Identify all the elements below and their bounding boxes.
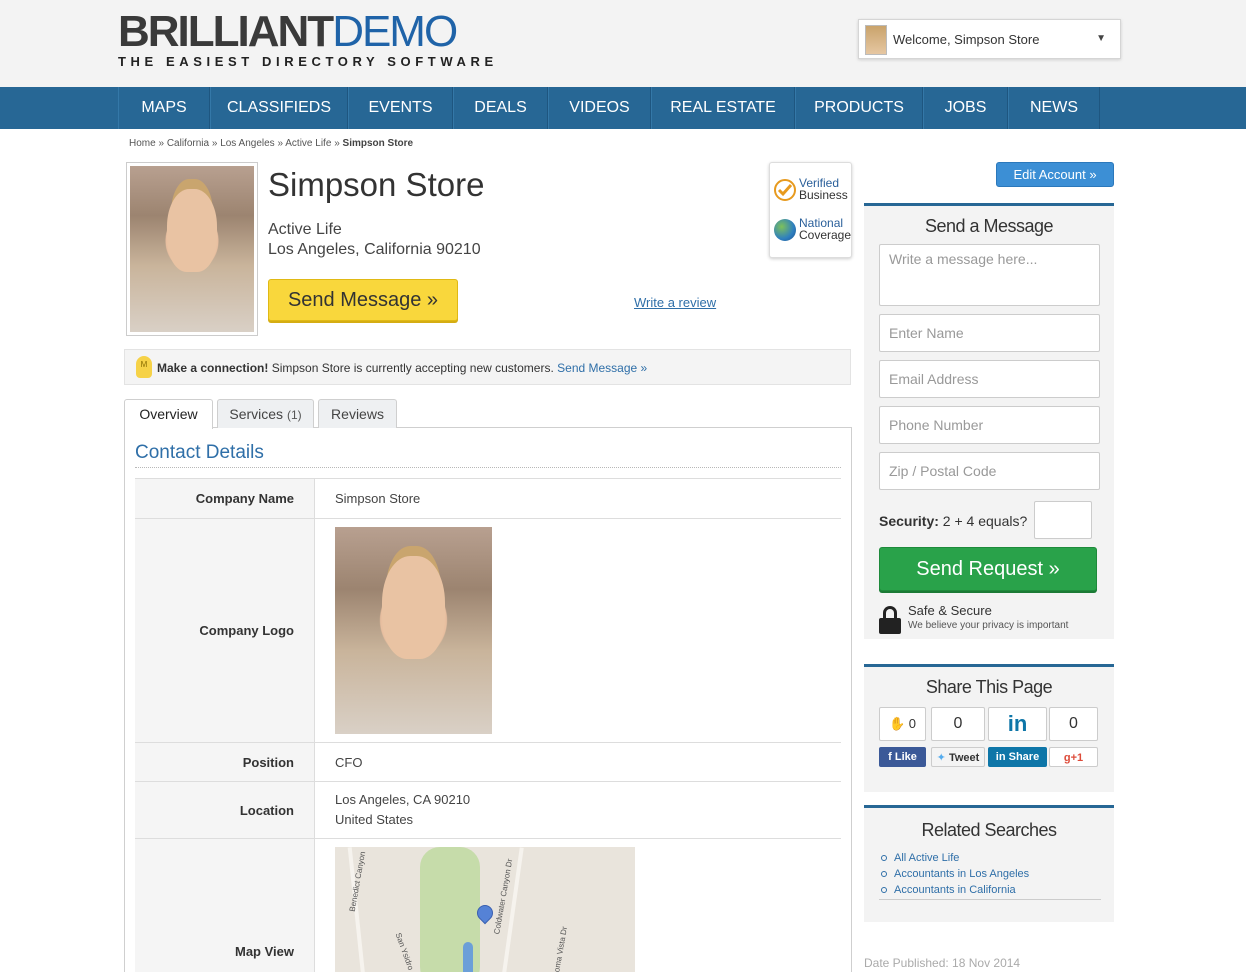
nav-item-events[interactable]: EVENTS — [348, 87, 453, 129]
chevron-down-icon[interactable]: ▼ — [1096, 33, 1106, 44]
lock-icon — [879, 606, 901, 634]
name-input[interactable]: Enter Name — [879, 314, 1100, 352]
company-logo-label: Company Logo — [135, 519, 315, 742]
email-input[interactable]: Email Address — [879, 360, 1100, 398]
business-name: Simpson Store — [268, 166, 485, 203]
map-view[interactable]: Benedict Canyon Coldwater Canyon Dr Loma… — [335, 847, 635, 972]
nav-item-classifieds[interactable]: CLASSIFIEDS — [210, 87, 348, 129]
breadcrumb-los-angeles[interactable]: Los Angeles — [220, 138, 275, 149]
message-textarea[interactable]: Write a message here... — [879, 244, 1100, 306]
breadcrumb-current: Simpson Store — [342, 138, 414, 149]
nav-item-news[interactable]: NEWS — [1008, 87, 1100, 129]
map-view-label: Map View — [135, 839, 315, 972]
date-published: Date Published: 18 Nov 2014 — [864, 956, 1021, 970]
related-searches-title: Related Searches — [921, 820, 1057, 840]
gplus-count-box: 0 — [1049, 707, 1098, 741]
tweet-button[interactable]: ✦ Tweet — [931, 747, 985, 767]
like-count-box: ✋ 0 — [879, 707, 926, 741]
checkmark-icon — [774, 179, 796, 201]
tab-reviews[interactable]: Reviews — [318, 399, 397, 428]
contact-details-title: Contact Details — [135, 442, 264, 463]
connection-send-link[interactable]: Send Message » — [557, 361, 647, 375]
send-message-panel: Send a Message Write a message here... E… — [864, 203, 1114, 639]
nav-item-maps[interactable]: MAPS — [118, 87, 210, 129]
nav-item-deals[interactable]: DEALS — [453, 87, 548, 129]
related-link-accountants-la[interactable]: Accountants in Los Angeles — [880, 866, 1029, 882]
profile-photo — [126, 162, 258, 336]
site-header: BRILLIANTDEMO THE EASIEST DIRECTORY SOFT… — [0, 0, 1246, 87]
national-coverage-badge: National Coverage — [774, 215, 852, 245]
table-row: Company Name Simpson Store — [135, 478, 841, 518]
company-name-label: Company Name — [135, 479, 315, 518]
phone-input[interactable]: Phone Number — [879, 406, 1100, 444]
related-divider — [879, 899, 1101, 900]
globe-icon — [774, 219, 796, 241]
table-row: Location Los Angeles, CA 90210 United Sta… — [135, 781, 841, 838]
linkedin-icon: in — [988, 707, 1047, 741]
security-answer-input[interactable] — [1034, 501, 1092, 539]
tab-services[interactable]: Services (1) — [217, 399, 314, 428]
safe-secure-title: Safe & Secure — [908, 603, 992, 618]
write-review-link[interactable]: Write a review — [634, 295, 716, 310]
table-row: Company Logo — [135, 518, 841, 742]
logo-tagline: THE EASIEST DIRECTORY SOFTWARE — [118, 54, 498, 69]
facebook-like-button[interactable]: f Like — [879, 747, 926, 767]
send-message-title: Send a Message — [924, 216, 1054, 236]
safe-secure-subtitle: We believe your privacy is important — [908, 620, 1069, 631]
site-logo[interactable]: BRILLIANTDEMO THE EASIEST DIRECTORY SOFT… — [118, 7, 498, 70]
trust-badges: Verified Business National Coverage — [769, 162, 852, 258]
position-value: CFO — [335, 755, 363, 770]
business-category: Active Life — [268, 221, 342, 238]
connection-text: Simpson Store is currently accepting new… — [268, 361, 558, 375]
position-label: Position — [135, 743, 315, 781]
connection-headline: Make a connection! — [157, 361, 269, 375]
table-row: Map View Benedict Canyon Coldwater Canyo… — [135, 838, 841, 972]
share-panel: Share This Page ✋ 0 0 in 0 f Like ✦ Twee… — [864, 664, 1114, 792]
security-question: Security: 2 + 4 equals? — [879, 513, 1028, 529]
nav-item-jobs[interactable]: JOBS — [923, 87, 1008, 129]
company-name-value: Simpson Store — [335, 491, 421, 506]
facebook-icon: f — [888, 751, 892, 763]
twitter-icon: ✦ — [936, 752, 946, 764]
lightbulb-icon: M — [136, 356, 152, 378]
location-label: Location — [135, 782, 315, 838]
map-water — [463, 942, 473, 972]
section-divider — [135, 467, 841, 468]
nav-item-real-estate[interactable]: REAL ESTATE — [651, 87, 795, 129]
verified-business-badge: Verified Business — [774, 175, 852, 205]
edit-account-button[interactable]: Edit Account » — [996, 162, 1114, 187]
thumbs-up-icon: ✋ — [888, 716, 906, 731]
tab-overview[interactable]: Overview — [124, 399, 213, 429]
zip-input[interactable]: Zip / Postal Code — [879, 452, 1100, 490]
gplus-icon: g — [1063, 752, 1071, 764]
share-title: Share This Page — [925, 677, 1053, 697]
avatar — [865, 25, 887, 55]
connection-bar: M Make a connection! Simpson Store is cu… — [124, 349, 851, 385]
tweet-count-box: 0 — [931, 707, 985, 741]
related-link-accountants-ca[interactable]: Accountants in California — [880, 882, 1029, 898]
welcome-text: Welcome, Simpson Store — [893, 32, 1040, 47]
table-row: Position CFO — [135, 742, 841, 781]
linkedin-share-button[interactable]: in Share — [988, 747, 1047, 767]
linkedin-small-icon: in — [995, 751, 1006, 763]
breadcrumb-home[interactable]: Home — [129, 138, 156, 149]
breadcrumb: Home » California » Los Angeles » Active… — [129, 138, 414, 149]
nav-item-videos[interactable]: VIDEOS — [548, 87, 651, 129]
main-nav: MAPS CLASSIFIEDS EVENTS DEALS VIDEOS REA… — [0, 87, 1246, 129]
related-searches-panel: Related Searches All Active Life Account… — [864, 805, 1114, 922]
user-menu[interactable]: Welcome, Simpson Store ▼ — [858, 19, 1121, 59]
related-link-all-active-life[interactable]: All Active Life — [880, 850, 1029, 866]
logo-brilliant: BRILLIANT — [118, 7, 334, 56]
business-address: Los Angeles, California 90210 — [268, 241, 481, 258]
company-logo-image — [335, 527, 492, 734]
location-value: Los Angeles, CA 90210 United States — [335, 792, 471, 827]
breadcrumb-california[interactable]: California — [167, 138, 209, 149]
related-list: All Active Life Accountants in Los Angel… — [880, 850, 1029, 898]
gplus-button[interactable]: g+1 — [1049, 747, 1098, 767]
logo-demo: DEMO — [332, 7, 458, 56]
send-message-button[interactable]: Send Message » — [268, 279, 458, 321]
nav-item-products[interactable]: PRODUCTS — [795, 87, 923, 129]
breadcrumb-active-life[interactable]: Active Life — [285, 138, 331, 149]
send-request-button[interactable]: Send Request » — [879, 547, 1097, 591]
